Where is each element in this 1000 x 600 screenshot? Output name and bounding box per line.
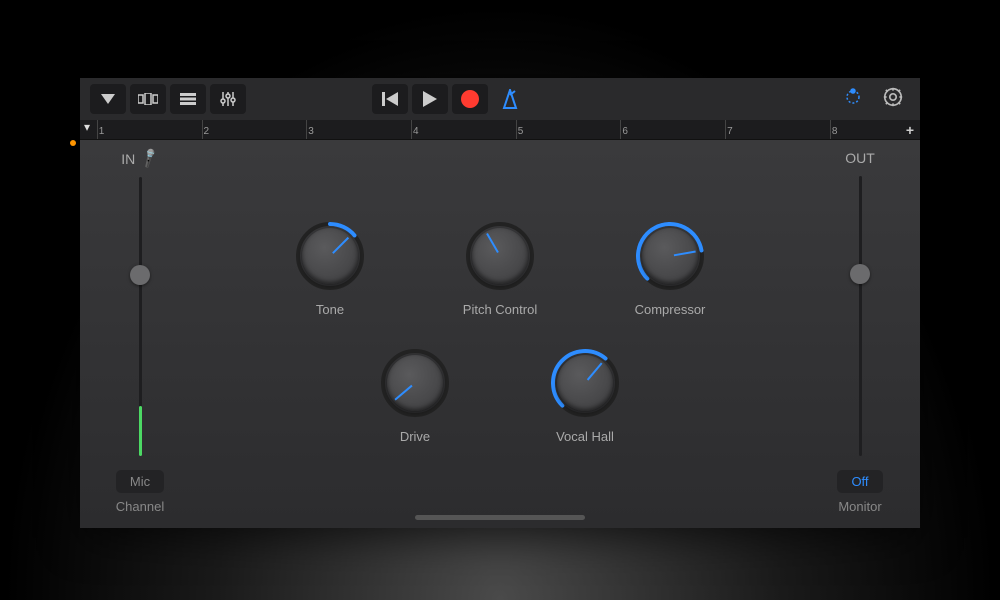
ruler-tick — [411, 120, 412, 139]
input-level-slider[interactable] — [139, 177, 142, 456]
top-toolbar — [80, 78, 920, 120]
tracks-view-button[interactable] — [170, 84, 206, 114]
record-button[interactable] — [452, 84, 488, 114]
knob-tone: Tone — [270, 220, 390, 317]
input-column: IN 🎤 Mic Channel — [100, 150, 180, 514]
ruler-tick — [516, 120, 517, 139]
output-column: OUT Off Monitor — [820, 150, 900, 514]
record-icon — [461, 90, 479, 108]
dropdown-button[interactable] — [90, 84, 126, 114]
browser-view-button[interactable] — [130, 84, 166, 114]
effects-content: IN 🎤 Mic Channel Tone Pitch Control Compre… — [80, 140, 920, 528]
output-slider-thumb[interactable] — [850, 264, 870, 284]
monitor-toggle-button[interactable]: Off — [837, 470, 882, 493]
knob-dial[interactable] — [464, 220, 536, 292]
output-level-slider[interactable] — [859, 176, 862, 456]
audio-effects-panel: ▾ + 1 2 3 4 5 6 7 8 IN 🎤 Mic Channel Tone Pitch … — [80, 78, 920, 528]
ruler-tick — [725, 120, 726, 139]
toolbar-right-group — [842, 86, 910, 113]
knob-dial[interactable] — [379, 347, 451, 419]
ruler-number: 1 — [99, 126, 105, 137]
input-slider-thumb[interactable] — [130, 265, 150, 285]
knob-label: Vocal Hall — [556, 429, 614, 444]
rewind-button[interactable] — [372, 84, 408, 114]
timeline-ruler[interactable]: ▾ + 1 2 3 4 5 6 7 8 — [80, 120, 920, 140]
add-track-icon[interactable]: + — [906, 122, 914, 138]
ruler-tick — [97, 120, 98, 139]
knob-dial[interactable] — [549, 347, 621, 419]
knob-label: Compressor — [635, 302, 706, 317]
track-record-indicator — [70, 140, 76, 146]
knobs-area: Tone Pitch Control Compressor Drive Vocal H… — [180, 150, 820, 514]
knob-drive: Drive — [355, 347, 475, 444]
channel-label: Channel — [116, 499, 164, 514]
horizontal-scroll-handle[interactable] — [415, 515, 585, 520]
play-button[interactable] — [412, 84, 448, 114]
knob-label: Pitch Control — [463, 302, 537, 317]
ruler-number: 8 — [832, 126, 838, 137]
playhead-icon[interactable]: ▾ — [84, 120, 90, 134]
output-label: OUT — [845, 150, 875, 166]
knob-dial[interactable] — [294, 220, 366, 292]
knob-row-1: Tone Pitch Control Compressor — [270, 220, 730, 317]
ruler-tick — [620, 120, 621, 139]
ruler-number: 6 — [622, 126, 628, 137]
knob-vocal-hall: Vocal Hall — [525, 347, 645, 444]
ruler-tick — [830, 120, 831, 139]
gear-icon[interactable] — [882, 86, 904, 113]
mixer-view-button[interactable] — [210, 84, 246, 114]
ruler-number: 4 — [413, 126, 419, 137]
input-label: IN 🎤 — [121, 150, 158, 167]
channel-select-button[interactable]: Mic — [116, 470, 164, 493]
ruler-number: 3 — [308, 126, 314, 137]
knob-dial[interactable] — [634, 220, 706, 292]
ruler-number: 5 — [518, 126, 524, 137]
transport-controls — [372, 84, 528, 114]
input-level-meter — [139, 406, 142, 456]
knob-row-2: Drive Vocal Hall — [355, 347, 645, 444]
knob-compressor: Compressor — [610, 220, 730, 317]
metronome-button[interactable] — [492, 84, 528, 114]
settings-dial-icon[interactable] — [842, 86, 864, 113]
ruler-tick — [202, 120, 203, 139]
knob-pitch-control: Pitch Control — [440, 220, 560, 317]
knob-label: Tone — [316, 302, 344, 317]
ruler-number: 7 — [727, 126, 733, 137]
knob-label: Drive — [400, 429, 430, 444]
view-controls-group — [90, 84, 246, 114]
ruler-number: 2 — [204, 126, 210, 137]
monitor-label: Monitor — [838, 499, 881, 514]
ruler-tick — [306, 120, 307, 139]
microphone-icon: 🎤 — [138, 147, 162, 170]
